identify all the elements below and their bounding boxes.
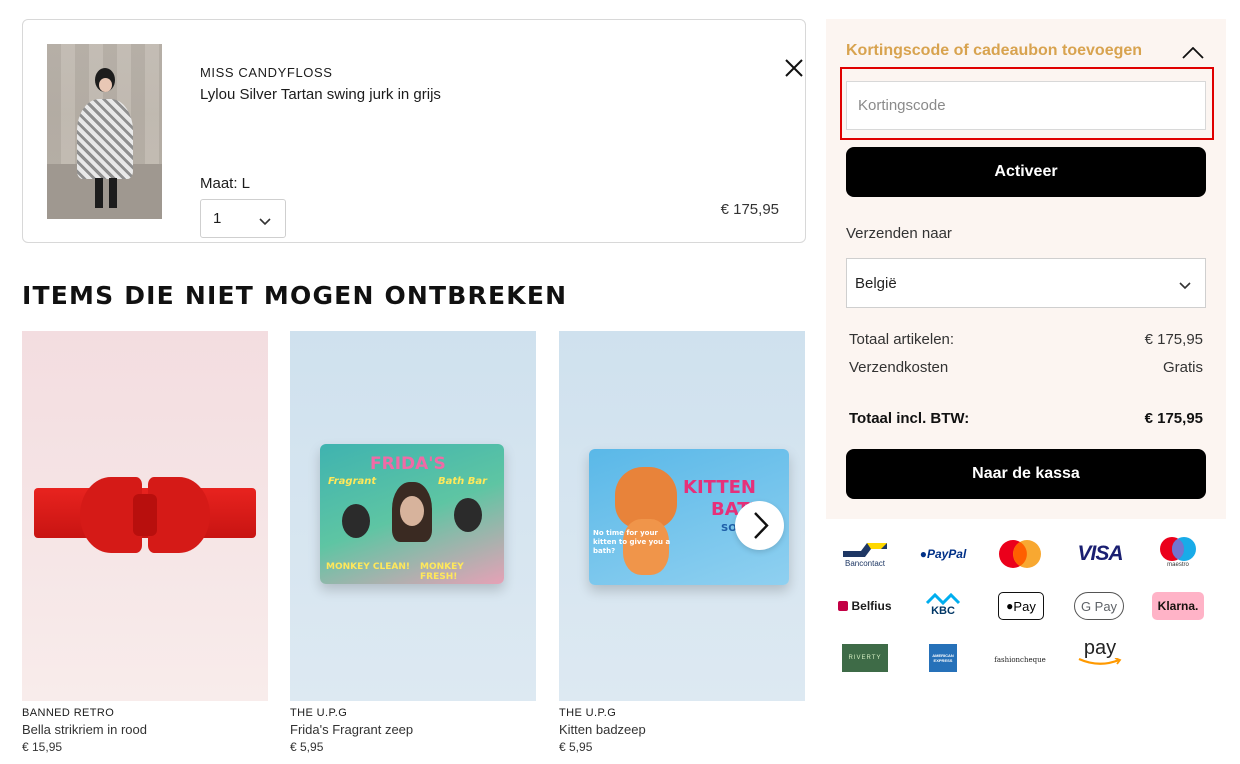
remove-item-close-icon[interactable] bbox=[783, 57, 805, 79]
klarna-icon: Klarna. bbox=[1152, 592, 1204, 620]
recommendation-brand: BANNED RETRO bbox=[22, 707, 115, 719]
quantity-select[interactable]: 1 bbox=[200, 199, 286, 238]
subtotal-value: € 175,95 bbox=[1144, 331, 1203, 348]
belfius-icon: Belfius bbox=[835, 590, 895, 622]
amazon-pay-icon: pay bbox=[1070, 636, 1130, 668]
product-name[interactable]: Lylou Silver Tartan swing jurk in grijs bbox=[200, 86, 441, 103]
line-price: € 175,95 bbox=[720, 201, 779, 218]
maestro-icon: maestro bbox=[1148, 536, 1208, 568]
total-row: Totaal incl. BTW: € 175,95 bbox=[849, 410, 1203, 427]
recommendations-title: ITEMS DIE NIET MOGEN ONTBREKEN bbox=[22, 281, 568, 310]
product-image[interactable] bbox=[47, 44, 162, 219]
paypal-icon: ● PayPal bbox=[919, 547, 967, 561]
fashioncheque-icon: fashioncheque bbox=[994, 656, 1046, 664]
chevron-up-icon[interactable] bbox=[1182, 46, 1204, 64]
mastercard-icon bbox=[990, 538, 1050, 570]
cart-item-card: MISS CANDYFLOSS Lylou Silver Tartan swin… bbox=[22, 19, 806, 243]
belt-product-image[interactable] bbox=[22, 331, 268, 701]
recommendation-name[interactable]: Bella strikriem in rood bbox=[22, 722, 268, 737]
product-size: Maat: L bbox=[200, 175, 251, 192]
recommendation-card[interactable]: FRIDA'S Fragrant Bath Bar MONKEY CLEAN! … bbox=[290, 331, 536, 754]
quantity-value: 1 bbox=[213, 210, 222, 227]
discount-code-input[interactable] bbox=[846, 81, 1206, 130]
soap-product-image[interactable]: FRIDA'S Fragrant Bath Bar MONKEY CLEAN! … bbox=[290, 331, 536, 701]
country-select[interactable]: België bbox=[846, 258, 1206, 308]
recommendation-price: € 5,95 bbox=[559, 740, 593, 754]
recommendation-name[interactable]: Kitten badzeep bbox=[559, 722, 805, 737]
order-summary-panel: Kortingscode of cadeaubon toevoegen Acti… bbox=[826, 19, 1226, 519]
recommendation-brand: THE U.P.G bbox=[290, 707, 348, 719]
apple-pay-icon: ● Pay bbox=[998, 592, 1044, 620]
carousel-next-button[interactable] bbox=[735, 501, 784, 550]
shipping-row: Verzendkosten Gratis bbox=[849, 359, 1203, 376]
subtotal-label: Totaal artikelen: bbox=[849, 331, 955, 348]
product-brand: MISS CANDYFLOSS bbox=[200, 65, 333, 80]
discount-toggle[interactable]: Kortingscode of cadeaubon toevoegen bbox=[846, 42, 1142, 60]
riverty-icon: RIVERTY bbox=[842, 644, 888, 672]
chevron-right-icon bbox=[754, 512, 769, 539]
activate-button[interactable]: Activeer bbox=[846, 147, 1206, 197]
country-value: België bbox=[855, 275, 897, 292]
total-label: Totaal incl. BTW: bbox=[849, 410, 970, 427]
bancontact-icon: Bancontact bbox=[835, 538, 895, 570]
chevron-down-icon bbox=[259, 213, 271, 231]
chevron-down-icon bbox=[1179, 277, 1191, 295]
visa-icon: VISA bbox=[1077, 542, 1123, 565]
checkout-button[interactable]: Naar de kassa bbox=[846, 449, 1206, 499]
google-pay-icon: G Pay bbox=[1074, 592, 1124, 620]
recommendation-brand: THE U.P.G bbox=[559, 707, 617, 719]
recommendation-price: € 15,95 bbox=[22, 740, 63, 754]
recommendation-price: € 5,95 bbox=[290, 740, 324, 754]
ship-to-label: Verzenden naar bbox=[846, 225, 952, 242]
shipping-value: Gratis bbox=[1162, 359, 1203, 376]
recommendation-name[interactable]: Frida's Fragrant zeep bbox=[290, 722, 536, 737]
subtotal-row: Totaal artikelen: € 175,95 bbox=[849, 331, 1203, 348]
american-express-icon: AMERICAN EXPRESS bbox=[929, 644, 957, 672]
kbc-icon: KBC bbox=[913, 588, 973, 620]
total-value: € 175,95 bbox=[1144, 410, 1203, 427]
recommendation-card[interactable]: BANNED RETRO Bella strikriem in rood € 1… bbox=[22, 331, 268, 754]
shipping-label: Verzendkosten bbox=[849, 359, 949, 376]
